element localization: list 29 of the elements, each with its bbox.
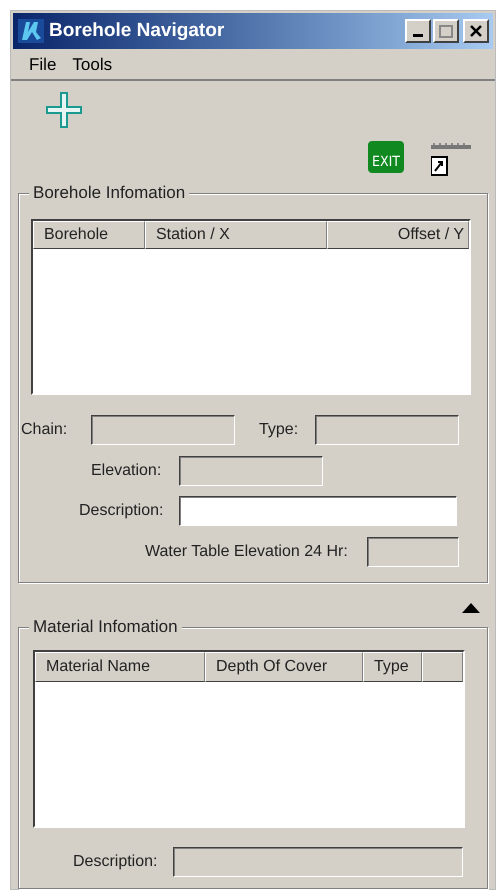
field-label: Description: <box>79 501 164 521</box>
field-label: Type: <box>259 420 298 440</box>
menu-item[interactable]: File <box>25 52 60 78</box>
field-label: Description: <box>73 852 158 872</box>
column-header-blank[interactable] <box>422 652 463 682</box>
minimize-button[interactable] <box>405 19 431 43</box>
column-header[interactable]: Borehole <box>33 221 145 249</box>
window-title: Borehole Navigator <box>49 18 224 43</box>
ruler-shortcut-icon[interactable] <box>431 143 473 177</box>
add-icon[interactable] <box>45 91 83 129</box>
menu-item[interactable]: Tools <box>68 52 116 78</box>
field-label: Elevation: <box>91 461 162 481</box>
triangle-up-icon <box>462 603 480 613</box>
column-header[interactable]: Material Name <box>35 652 205 682</box>
column-header[interactable]: Depth Of Cover <box>205 652 363 682</box>
close-button[interactable] <box>463 19 489 43</box>
maximize-icon <box>439 24 453 38</box>
maximize-button[interactable] <box>433 19 459 43</box>
minimize-icon <box>413 34 423 37</box>
close-icon <box>470 25 482 37</box>
column-header[interactable]: Offset / Y <box>327 221 469 249</box>
app-logo-icon <box>17 18 45 44</box>
exit-button[interactable]: EXIT <box>368 141 404 173</box>
column-header[interactable]: Type <box>363 652 422 682</box>
collapse-button[interactable] <box>461 601 481 615</box>
field-label: Water Table Elevation 24 Hr: <box>145 542 348 562</box>
input-field[interactable] <box>179 496 457 526</box>
column-header[interactable]: Station / X <box>145 221 327 249</box>
field-label: Chain: <box>21 420 68 440</box>
